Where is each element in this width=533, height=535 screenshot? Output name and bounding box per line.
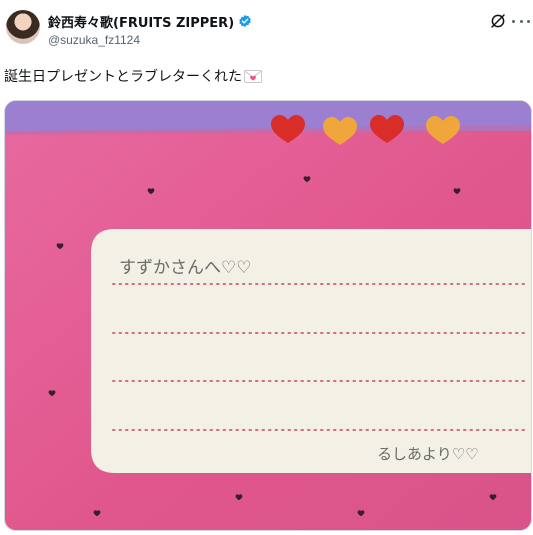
post-text: 誕生日プレゼントとラブレターくれた	[4, 66, 262, 86]
photo-letter: すずかさんへ♡♡ るしあより♡♡	[5, 101, 531, 530]
grok-icon[interactable]	[489, 12, 507, 30]
love-letter-icon	[244, 69, 262, 83]
avatar[interactable]	[6, 10, 40, 44]
post-header: 鈴西寿々歌(FRUITS ZIPPER) @suzuka_fz1124	[0, 0, 533, 60]
more-dot	[512, 19, 515, 23]
verified-badge-icon	[239, 14, 251, 28]
post-media-photo[interactable]: すずかさんへ♡♡ るしあより♡♡	[4, 100, 532, 531]
display-name[interactable]: 鈴西寿々歌(FRUITS ZIPPER)	[48, 12, 234, 31]
more-dot	[519, 19, 523, 23]
handle[interactable]: @suzuka_fz1124	[48, 33, 140, 47]
letter-greeting: すずかさんへ♡♡	[119, 258, 251, 278]
post-text-content: 誕生日プレゼントとラブレターくれた	[4, 69, 242, 85]
more-icon[interactable]	[512, 13, 530, 29]
name-row: 鈴西寿々歌(FRUITS ZIPPER)	[48, 12, 252, 31]
more-dot	[527, 19, 530, 23]
letter-signature: るしあより♡♡	[377, 445, 479, 463]
